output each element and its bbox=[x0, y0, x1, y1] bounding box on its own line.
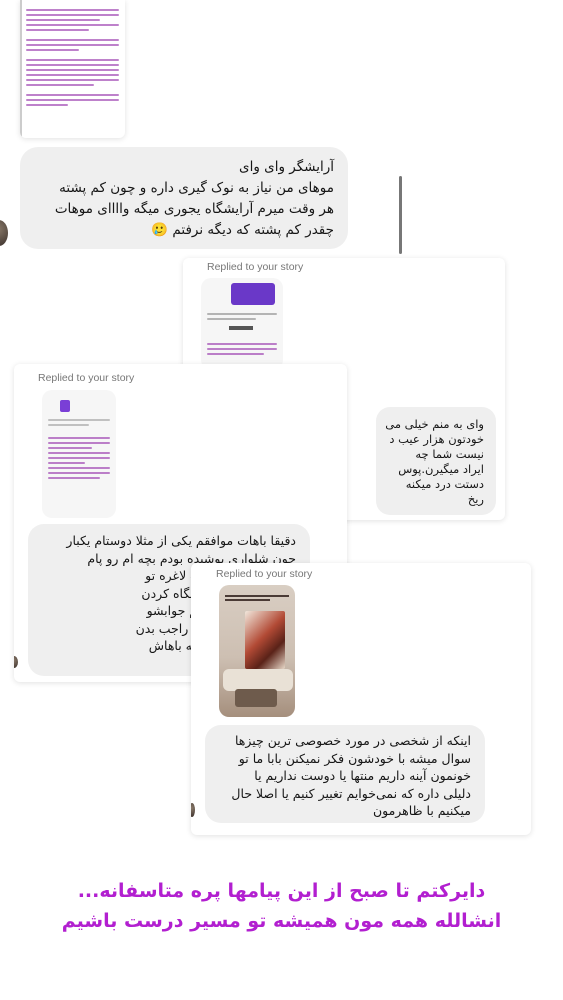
reply-line: نیست شما چه bbox=[415, 447, 484, 461]
coffee-table bbox=[235, 689, 277, 707]
reply-line: ریخ bbox=[467, 492, 484, 506]
reply-line: خونمون آینه داریم منتها یا دوست نداریم ی… bbox=[254, 768, 471, 783]
story-thumbnail[interactable] bbox=[42, 390, 116, 518]
reply-line: خودتون هزار عیب د bbox=[389, 432, 484, 446]
reply-line: وای به منم خیلی می bbox=[385, 417, 484, 431]
sofa bbox=[223, 669, 293, 691]
story-header-block bbox=[231, 283, 275, 305]
story-button-block bbox=[229, 326, 253, 330]
story-purple-block bbox=[60, 400, 70, 412]
reply-message-1: وای به منم خیلی می خودتون هزار عیب د نیس… bbox=[376, 407, 496, 515]
reply-message-3: اینکه از شخصی در مورد خصوصی ترین چیزها س… bbox=[205, 725, 485, 823]
top-screenshot-card bbox=[20, 0, 125, 138]
reply-line: میکنیم با ظاهرمون bbox=[372, 803, 471, 818]
reply-line: سوال میشه با خودشون فکر نمیکنن بابا ما ت… bbox=[238, 750, 471, 766]
scroll-indicator[interactable] bbox=[399, 176, 402, 254]
sender-avatar bbox=[14, 656, 18, 668]
story-thumbnail[interactable] bbox=[201, 278, 283, 370]
reply-line: اینکه از شخصی در مورد خصوصی ترین چیزها bbox=[234, 733, 471, 748]
story-thumbnail-living-room[interactable] bbox=[219, 585, 295, 717]
reply-card-3: Replied to your story اینکه از شخصی در م… bbox=[191, 563, 531, 835]
replied-label: Replied to your story bbox=[38, 372, 135, 384]
story-overlay-text bbox=[225, 593, 289, 607]
message-bubble-hairdresser: آرایشگر وای وای موهای من نیاز به نوک گیر… bbox=[20, 147, 348, 249]
message-line: موهای من نیاز به نوک گیری داره و چون کم … bbox=[59, 180, 334, 196]
replied-label: Replied to your story bbox=[207, 261, 304, 273]
sender-avatar bbox=[0, 220, 8, 246]
message-line: هر وقت میرم آرایشگاه یجوری میگه واااای م… bbox=[54, 201, 334, 217]
painting bbox=[245, 611, 285, 669]
story-caption: دایرکتم تا صبح از این پیامها پره متاسفان… bbox=[0, 876, 563, 936]
sender-avatar bbox=[191, 803, 195, 817]
reply-line: دقیقا باهات موافقم یکی از مثلا دوستام یک… bbox=[66, 533, 296, 548]
message-line: چقدر کم پشته که دیگه نرفتم 🥲 bbox=[151, 222, 334, 238]
caption-line-1: دایرکتم تا صبح از این پیامها پره متاسفان… bbox=[77, 880, 486, 902]
reply-line: ایراد میگیرن.پوس bbox=[398, 462, 484, 476]
tiny-text-block bbox=[20, 6, 125, 109]
caption-line-2: انشالله همه مون همیشه تو مسیر درست باشیم bbox=[61, 910, 502, 932]
reply-line: دلیلی داره که نمی‌خوایم تغییر کنیم یا اص… bbox=[231, 785, 471, 801]
reply-line: دستت درد میکنه bbox=[405, 477, 484, 491]
replied-label: Replied to your story bbox=[216, 568, 313, 580]
message-line: آرایشگر وای وای bbox=[239, 159, 334, 175]
